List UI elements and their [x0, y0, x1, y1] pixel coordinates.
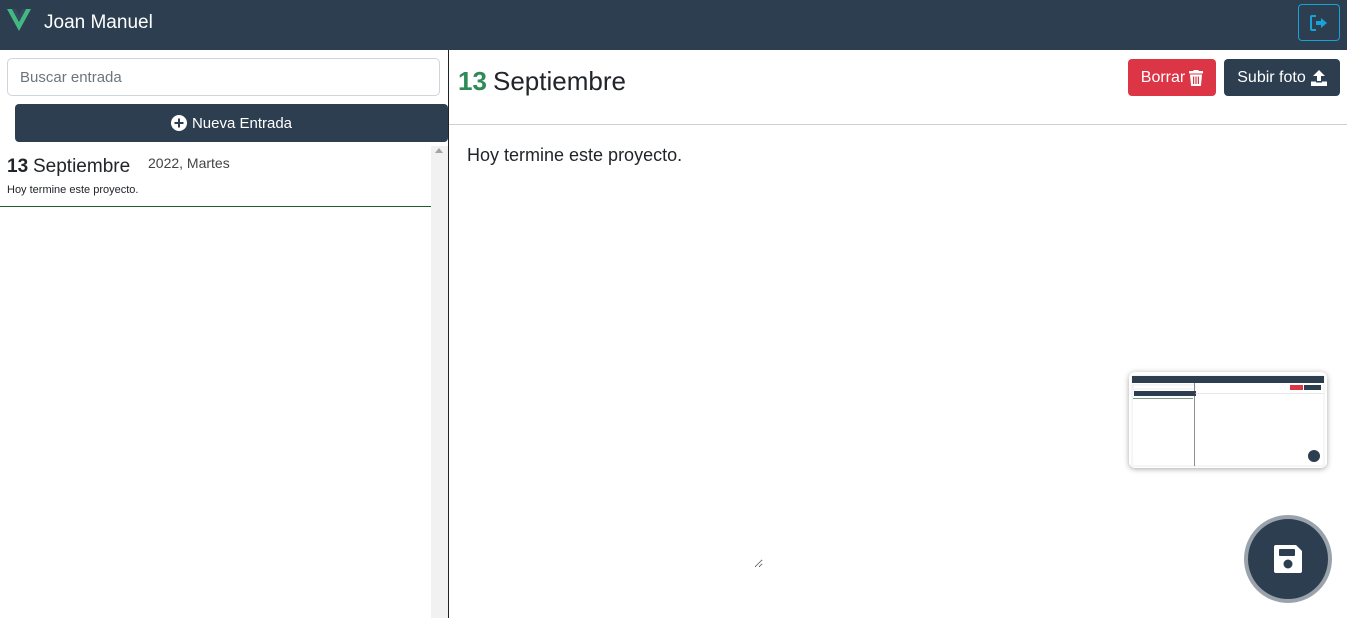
entry-header-month: Septiembre	[493, 66, 626, 96]
save-button[interactable]	[1244, 515, 1332, 603]
entry-day: 13	[7, 156, 29, 177]
entry-year-weekday: 2022, Martes	[148, 155, 230, 171]
upload-label: Subir foto	[1237, 68, 1306, 86]
photo-thumbnail[interactable]	[1129, 372, 1327, 468]
delete-button[interactable]: Borrar	[1128, 59, 1216, 96]
user-name: Joan Manuel	[44, 12, 153, 33]
delete-label: Borrar	[1140, 68, 1186, 86]
entry-list: 13 Septiembre 2022, Martes Hoy termine e…	[0, 146, 448, 618]
entry-header: 13 Septiembre Borrar Subir foto	[449, 50, 1347, 125]
thumbnail-image	[1131, 375, 1325, 467]
list-item[interactable]: 13 Septiembre 2022, Martes Hoy termine e…	[0, 146, 431, 207]
entry-header-day: 13	[458, 66, 487, 96]
new-entry-button[interactable]: Nueva Entrada	[15, 104, 448, 142]
scrollbar[interactable]	[431, 146, 448, 618]
upload-icon	[1310, 69, 1327, 86]
upload-photo-button[interactable]: Subir foto	[1224, 59, 1340, 96]
scroll-up-icon[interactable]	[435, 148, 443, 153]
entry-month: Septiembre	[33, 156, 131, 177]
plus-circle-icon	[170, 115, 187, 131]
entry-preview-text: Hoy termine este proyecto.	[7, 184, 139, 196]
floppy-disk-icon	[1274, 545, 1302, 573]
new-entry-label: Nueva Entrada	[191, 114, 293, 132]
sidebar: Nueva Entrada 13 Septiembre 2022, Martes…	[0, 50, 448, 618]
navbar: Joan Manuel	[0, 0, 1347, 50]
entry-textarea[interactable]	[458, 136, 763, 568]
entry-view: 13 Septiembre Borrar Subir foto	[449, 50, 1347, 618]
vue-logo-icon	[7, 9, 31, 31]
trash-icon	[1189, 69, 1204, 86]
logout-button[interactable]	[1298, 4, 1340, 41]
logout-icon	[1310, 14, 1327, 31]
search-input[interactable]	[7, 58, 440, 96]
